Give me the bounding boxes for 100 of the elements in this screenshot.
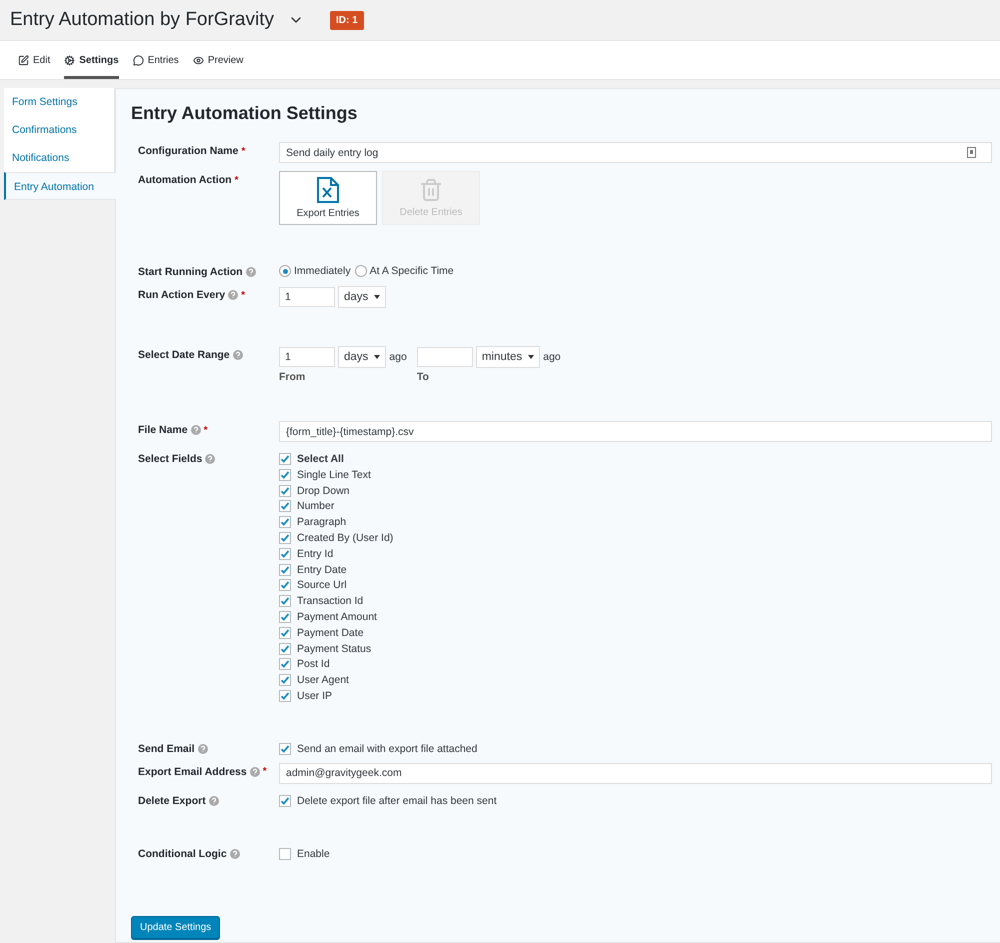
- trash-icon: [419, 178, 443, 202]
- checkbox-label: Entry Date: [297, 564, 347, 576]
- checkbox[interactable]: [279, 453, 291, 465]
- eye-icon: [192, 54, 204, 66]
- checkbox-label: Enable: [297, 848, 330, 860]
- text-field[interactable]: {form_title}-{timestamp}.csv: [279, 421, 992, 442]
- required-asterisk: *: [241, 146, 246, 156]
- id-badge: ID: 1: [330, 10, 364, 30]
- field-label: Conditional Logic: [138, 848, 227, 860]
- help-icon[interactable]: [198, 744, 208, 754]
- toolbar-tab[interactable]: Entries: [132, 41, 179, 79]
- checkbox[interactable]: [279, 595, 291, 608]
- radio-label: Immediately: [294, 265, 351, 277]
- help-icon[interactable]: [250, 766, 260, 777]
- gears-icon: [64, 54, 76, 66]
- radio-button[interactable]: [279, 265, 291, 277]
- range-caption: To: [416, 371, 430, 383]
- help-icon[interactable]: [205, 454, 216, 464]
- field-label: Select Date Range: [138, 349, 230, 361]
- checkbox[interactable]: [279, 564, 291, 576]
- sidebar-item[interactable]: Form Settings: [4, 88, 115, 116]
- unit-dropdown[interactable]: days: [338, 286, 386, 308]
- required-asterisk: *: [204, 424, 208, 436]
- pencil-square-icon: [18, 54, 29, 66]
- field-label: Send Email: [138, 742, 195, 755]
- checkbox-label: Payment Amount: [297, 610, 377, 623]
- suffix-text: ago: [543, 351, 561, 363]
- field-label: Automation Action: [138, 174, 232, 186]
- caret-icon: [528, 355, 534, 359]
- number-field[interactable]: [416, 347, 473, 367]
- checkbox[interactable]: [279, 690, 291, 702]
- action-option[interactable]: Export Entries: [279, 171, 377, 225]
- toolbar-tab[interactable]: Edit: [18, 41, 50, 79]
- checkbox-label: Paragraph: [297, 516, 346, 528]
- checkbox[interactable]: [279, 642, 291, 655]
- radio-button[interactable]: [354, 265, 367, 277]
- required-asterisk: *: [241, 290, 246, 300]
- number-field[interactable]: 1: [279, 287, 335, 307]
- required-asterisk: *: [234, 174, 238, 186]
- checkbox[interactable]: [279, 610, 291, 623]
- checkbox-label: Post Id: [297, 658, 330, 670]
- checkbox-label: Source Url: [297, 579, 347, 592]
- toolbar-tab[interactable]: Preview: [192, 41, 244, 79]
- checkbox[interactable]: [279, 658, 291, 670]
- toolbar-tab[interactable]: Settings: [64, 41, 119, 79]
- field-label: Start Running Action: [138, 266, 243, 278]
- help-icon[interactable]: [208, 796, 219, 806]
- spreadsheet-file-icon: [317, 177, 339, 203]
- merge-tag-icon[interactable]: [967, 147, 976, 158]
- checkbox[interactable]: [279, 548, 291, 560]
- radio-label: At A Specific Time: [370, 265, 454, 277]
- checkbox-label: Single Line Text: [297, 468, 371, 481]
- sidebar-item[interactable]: Notifications: [4, 144, 115, 172]
- help-icon[interactable]: [190, 425, 201, 435]
- caret-icon: [374, 295, 380, 299]
- unit-dropdown[interactable]: days: [338, 346, 386, 368]
- field-label: Select Fields: [138, 453, 202, 465]
- settings-title: Entry Automation Settings: [131, 103, 358, 124]
- checkbox-label: Created By (User Id): [297, 532, 394, 544]
- field-label: Run Action Every: [138, 289, 226, 301]
- help-icon[interactable]: [230, 848, 240, 859]
- checkbox[interactable]: [279, 516, 291, 528]
- checkbox-label: Transaction Id: [297, 595, 364, 608]
- checkbox[interactable]: [279, 500, 291, 512]
- text-field[interactable]: Send daily entry log: [279, 142, 992, 163]
- checkbox-label: User Agent: [297, 674, 349, 686]
- unit-dropdown[interactable]: minutes: [476, 346, 540, 368]
- field-label: File Name: [138, 424, 188, 436]
- caret-icon: [374, 355, 380, 359]
- checkbox[interactable]: [279, 484, 291, 497]
- checkbox-label: Number: [297, 500, 334, 512]
- checkbox-label: Send an email with export file attached: [297, 742, 478, 755]
- suffix-text: ago: [389, 351, 407, 363]
- checkbox[interactable]: [279, 532, 291, 544]
- checkbox[interactable]: [279, 794, 291, 807]
- checkbox[interactable]: [279, 848, 291, 860]
- sidebar-item[interactable]: Entry Automation: [4, 172, 116, 200]
- checkbox[interactable]: [279, 468, 291, 481]
- field-label: Delete Export: [138, 794, 206, 807]
- field-label: Export Email Address: [138, 766, 247, 778]
- checkbox-label: User IP: [297, 690, 332, 702]
- checkbox-label: Payment Date: [297, 626, 364, 639]
- checkbox-label: Drop Down: [297, 484, 350, 497]
- field-label: Configuration Name: [138, 145, 238, 157]
- checkbox[interactable]: [279, 742, 291, 755]
- checkbox[interactable]: [279, 626, 291, 639]
- help-icon[interactable]: [232, 350, 243, 360]
- help-icon[interactable]: [246, 267, 256, 277]
- required-asterisk: *: [262, 766, 267, 778]
- speech-bubble-icon: [132, 54, 144, 66]
- checkbox[interactable]: [279, 579, 291, 592]
- update-settings-button[interactable]: Update Settings: [131, 916, 220, 939]
- help-icon[interactable]: [228, 290, 238, 300]
- sidebar-item[interactable]: Confirmations: [4, 116, 115, 144]
- checkbox-label: Payment Status: [297, 642, 372, 655]
- form-title: Entry Automation by ForGravity: [10, 9, 274, 31]
- checkbox-label: Delete export file after email has been sent: [297, 794, 497, 807]
- text-field[interactable]: admin@gravitygeek.com: [279, 762, 992, 784]
- number-field[interactable]: 1: [279, 347, 335, 367]
- checkbox[interactable]: [279, 674, 291, 686]
